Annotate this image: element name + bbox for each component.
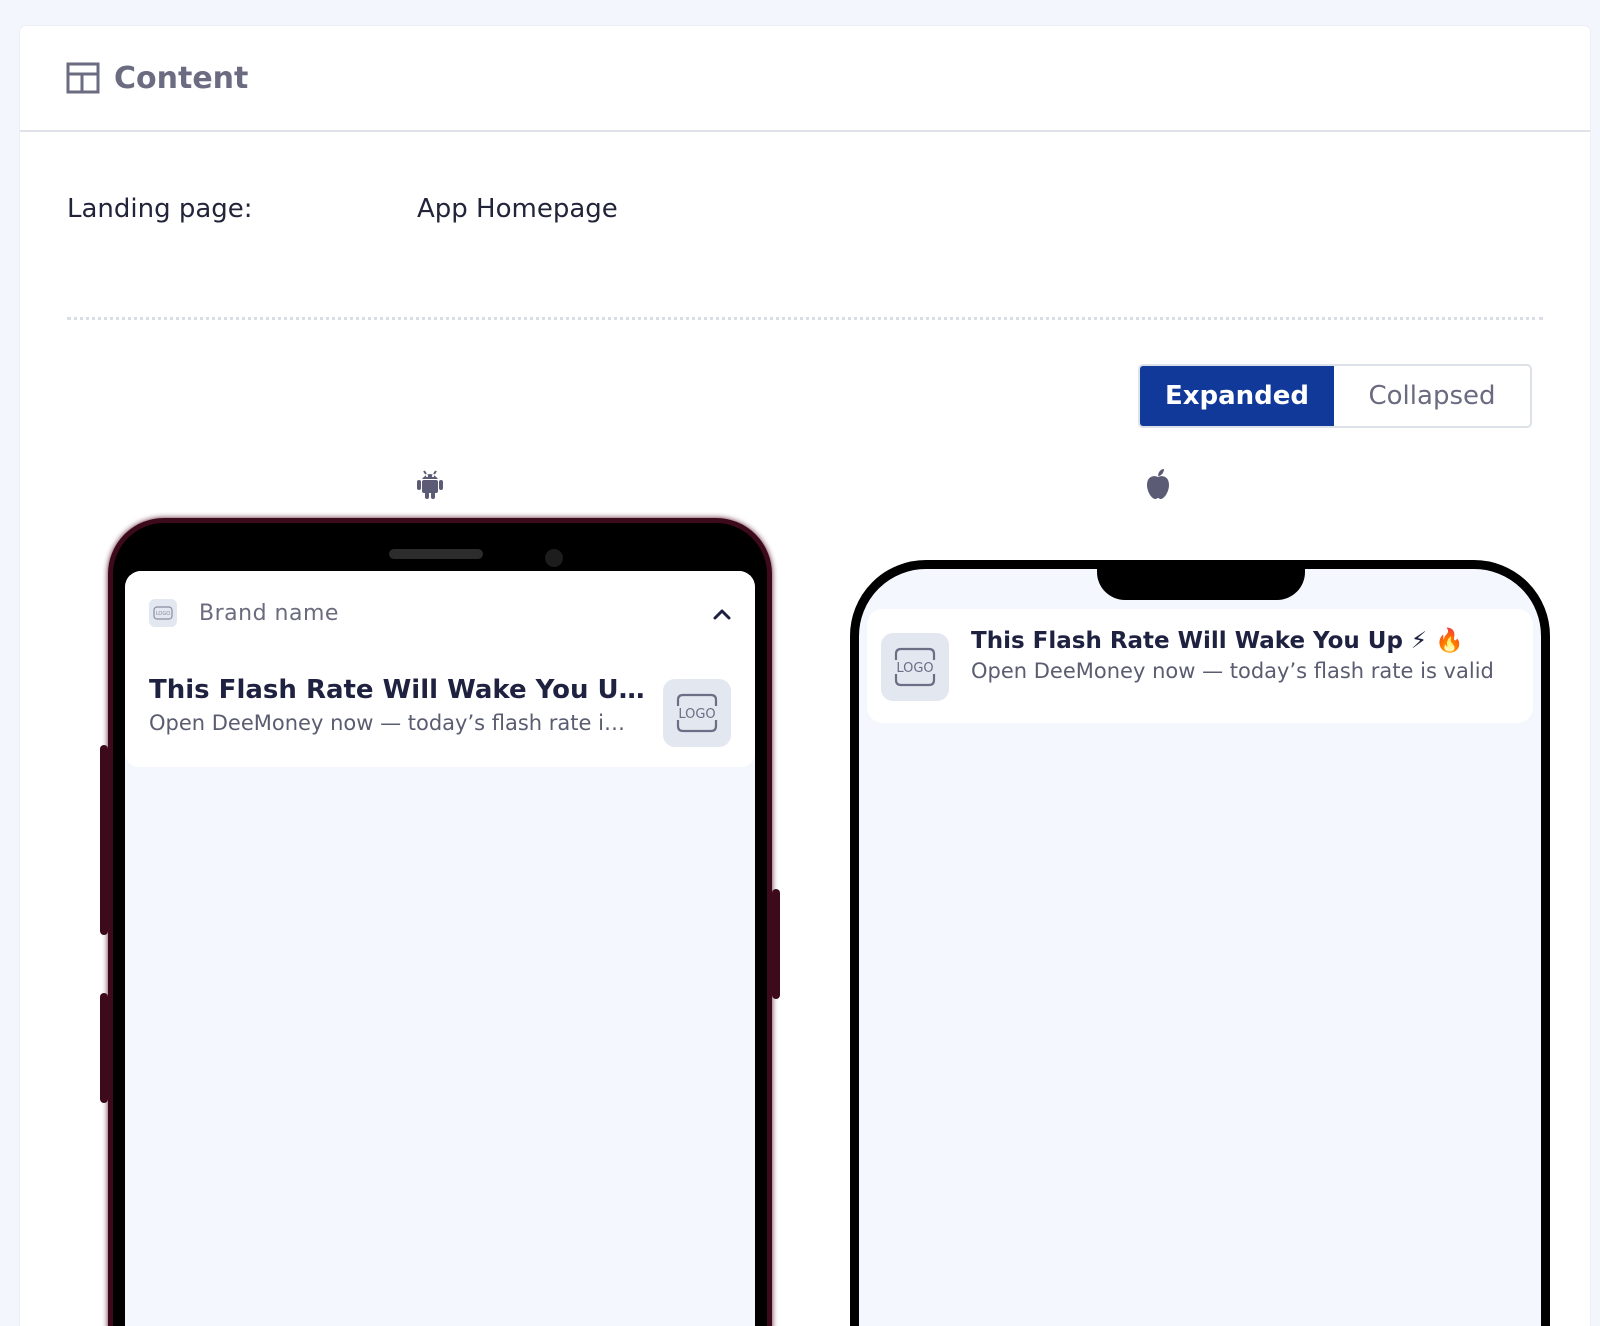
card-header: Content: [20, 26, 1590, 132]
ios-notification[interactable]: LOGO This Flash Rate Will Wake You Up ⚡ …: [867, 609, 1533, 723]
landing-page-row: Landing page: App Homepage: [67, 194, 618, 224]
iphone-notch: [1097, 569, 1305, 600]
landing-page-value: App Homepage: [417, 194, 618, 224]
collapsed-button[interactable]: Collapsed: [1334, 366, 1530, 426]
page-title: Content: [114, 60, 249, 96]
ios-notification-logo: LOGO: [881, 633, 949, 701]
layout-icon: [66, 62, 100, 94]
android-power-button: [772, 889, 780, 999]
view-toggle: Expanded Collapsed: [1138, 364, 1532, 428]
android-camera: [545, 549, 563, 567]
svg-text:LOGO: LOGO: [678, 707, 715, 722]
android-speaker: [389, 549, 483, 559]
chevron-up-icon[interactable]: [709, 601, 735, 627]
dotted-divider: [67, 317, 1543, 320]
android-volume-button: [100, 745, 108, 935]
android-side-button: [100, 993, 108, 1103]
notification-body: Open DeeMoney now — today’s flash rate i…: [149, 711, 635, 735]
iphone-preview: LOGO This Flash Rate Will Wake You Up ⚡ …: [850, 560, 1550, 1326]
android-icon: [410, 464, 450, 504]
notification-title: This Flash Rate Will Wake You Up ⚡ 🔥: [149, 675, 649, 705]
brand-name: Brand name: [199, 600, 339, 626]
android-notification[interactable]: LOGO Brand name This Flash Rate Will Wak…: [125, 571, 755, 767]
notification-logo: LOGO: [663, 679, 731, 747]
svg-text:LOGO: LOGO: [896, 661, 933, 676]
android-brand-row: LOGO Brand name: [149, 599, 339, 627]
ios-notification-title: This Flash Rate Will Wake You Up ⚡ 🔥: [971, 628, 1464, 654]
content-card: Content Landing page: App Homepage Expan…: [20, 26, 1590, 1326]
landing-page-label: Landing page:: [67, 194, 253, 224]
apple-icon: [1138, 464, 1178, 504]
brand-logo-icon: LOGO: [149, 599, 177, 627]
ios-notification-body: Open DeeMoney now — today’s flash rate i…: [971, 659, 1494, 683]
expanded-button[interactable]: Expanded: [1140, 366, 1334, 426]
android-phone-preview: LOGO Brand name This Flash Rate Will Wak…: [100, 518, 780, 1326]
android-screen: LOGO Brand name This Flash Rate Will Wak…: [125, 571, 755, 1326]
svg-text:LOGO: LOGO: [156, 611, 170, 617]
